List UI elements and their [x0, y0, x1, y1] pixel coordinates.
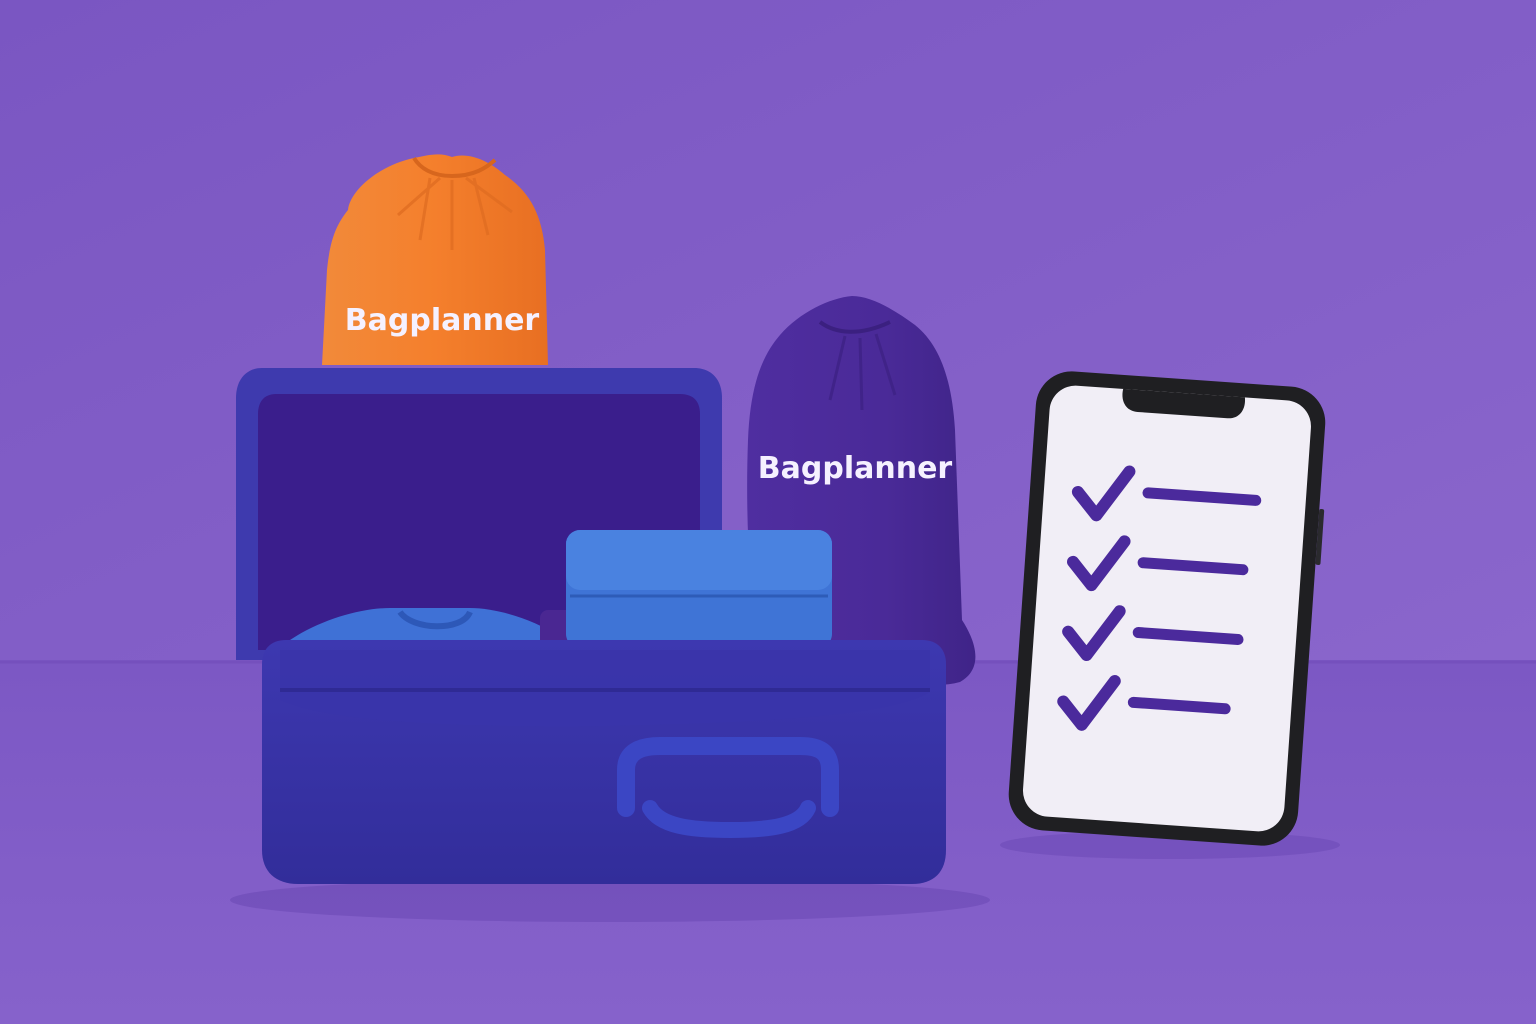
suitcase-shadow: [230, 878, 990, 922]
smartphone: [1008, 371, 1326, 846]
suitcase-body: [262, 640, 946, 884]
blue-toiletry-box: [566, 530, 832, 648]
product-scene: Bagplanner Bagplanner: [0, 0, 1536, 1024]
orange-bag-label: Bagplanner: [345, 303, 540, 338]
scene-illustration: Bagplanner Bagplanner: [0, 0, 1536, 1024]
purple-bag-label: Bagplanner: [758, 451, 953, 486]
